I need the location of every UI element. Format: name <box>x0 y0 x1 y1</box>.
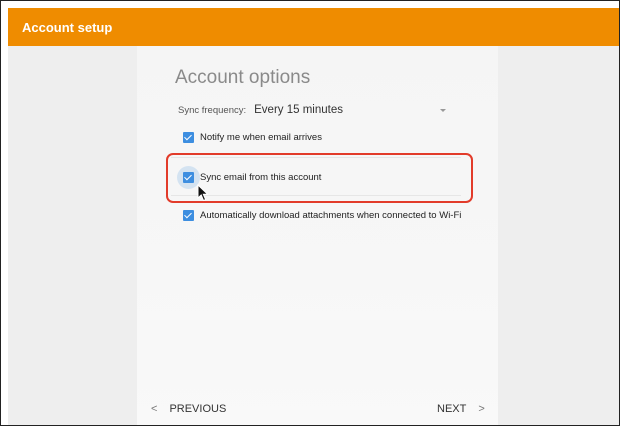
auto-download-label: Automatically download attachments when … <box>200 210 462 221</box>
auto-download-option[interactable]: Automatically download attachments when … <box>183 210 461 221</box>
window-top-margin <box>1 1 619 8</box>
page-title: Account options <box>175 67 311 88</box>
mouse-cursor-icon <box>197 184 209 202</box>
sync-frequency-label: Sync frequency: <box>178 104 247 116</box>
auto-download-checkbox[interactable] <box>183 210 194 221</box>
window-left-margin <box>1 1 8 425</box>
previous-button[interactable]: < PREVIOUS <box>151 399 226 419</box>
app-bar-title: Account setup <box>22 19 113 35</box>
account-options-panel: Account options Sync frequency: Every 15… <box>137 46 498 425</box>
app-bar: Account setup <box>8 8 619 46</box>
divider <box>171 195 461 196</box>
divider <box>171 157 461 158</box>
sync-email-checkbox[interactable] <box>183 172 194 183</box>
previous-label: PREVIOUS <box>169 403 227 415</box>
sync-frequency-value: Every 15 minutes <box>254 104 343 116</box>
next-label: NEXT <box>437 403 467 415</box>
app-window: Account setup Account options Sync frequ… <box>0 0 620 426</box>
sync-frequency-dropdown[interactable]: Sync frequency: Every 15 minutes <box>178 101 448 119</box>
chevron-right-icon: > <box>478 403 485 415</box>
chevron-left-icon: < <box>151 403 158 415</box>
dropdown-arrow-icon <box>440 108 446 112</box>
sync-email-label: Sync email from this account <box>200 172 322 183</box>
notify-email-option[interactable]: Notify me when email arrives <box>183 132 322 143</box>
sync-email-option[interactable]: Sync email from this account <box>177 166 322 189</box>
notify-email-label: Notify me when email arrives <box>200 132 322 143</box>
next-button[interactable]: NEXT > <box>437 399 485 419</box>
notify-email-checkbox[interactable] <box>183 132 194 143</box>
